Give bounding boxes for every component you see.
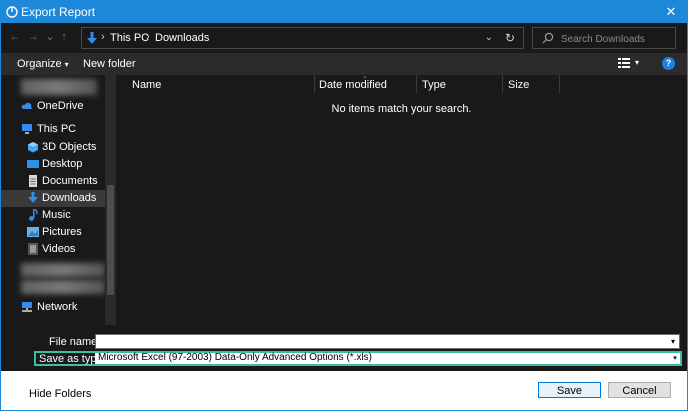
close-icon[interactable]: ✕: [655, 1, 687, 23]
hide-folders-toggle[interactable]: Hide Folders: [29, 388, 91, 400]
file-name-input[interactable]: [96, 335, 666, 348]
cancel-button[interactable]: Cancel: [608, 382, 671, 398]
column-header-date-modified[interactable]: Date modified: [319, 79, 387, 91]
column-header-size[interactable]: Size: [508, 79, 529, 91]
command-bar: Organize ▾ New folder ▾ ?: [1, 53, 687, 75]
save-as-type-select[interactable]: Microsoft Excel (97-2003) Data-Only Adva…: [95, 352, 680, 364]
sidebar-item-label: Downloads: [42, 192, 97, 204]
refresh-icon[interactable]: ↻: [505, 31, 515, 45]
file-name-dropdown-icon[interactable]: ▾: [667, 335, 679, 348]
sidebar-item-music[interactable]: Music: [1, 207, 105, 224]
sidebar-item-label: Pictures: [42, 226, 82, 238]
sidebar-item-label: This PC: [37, 123, 77, 135]
navigation-pane-scrollbar[interactable]: [105, 75, 116, 325]
forward-icon[interactable]: →: [27, 29, 39, 43]
blurred-item: [21, 263, 105, 277]
sidebar-item-label: 3D Objects: [42, 141, 97, 153]
sidebar-item-onedrive[interactable]: OneDrive: [1, 98, 105, 115]
navigation-pane: OneDrive This PC 3D Objects Desktop Docu…: [1, 75, 116, 325]
video-icon: [28, 243, 38, 255]
save-as-type-value: Microsoft Excel (97-2003) Data-Only Adva…: [98, 352, 372, 363]
sidebar-item-label: Videos: [42, 243, 76, 255]
sidebar-item-network[interactable]: Network: [1, 299, 105, 316]
document-icon: [29, 175, 37, 187]
column-header-name[interactable]: Name: [132, 79, 161, 91]
save-as-type-dropdown-icon[interactable]: ▾: [670, 353, 680, 364]
sidebar-item-this-pc[interactable]: This PC: [1, 121, 105, 138]
blurred-item: [21, 79, 97, 95]
sidebar-item-label: Network: [37, 301, 78, 313]
search-box[interactable]: [532, 27, 676, 49]
computer-icon: [22, 124, 32, 134]
organize-button[interactable]: Organize ▾: [17, 58, 69, 70]
cloud-icon: [21, 102, 32, 109]
breadcrumb-this-pc[interactable]: This PC: [110, 32, 149, 44]
search-input[interactable]: [559, 30, 673, 48]
desktop-icon: [27, 160, 39, 168]
breadcrumb-downloads[interactable]: Downloads: [155, 32, 209, 44]
column-header-type[interactable]: Type: [422, 79, 446, 91]
column-divider[interactable]: [416, 75, 417, 93]
sidebar-item-label: Desktop: [42, 158, 83, 170]
file-name-combobox[interactable]: ▾: [95, 334, 680, 349]
sidebar-item-videos[interactable]: Videos: [1, 241, 105, 258]
file-name-label: File name:: [49, 336, 101, 348]
file-list: Name ⌄ Date modified Type Size No items …: [116, 73, 687, 325]
blurred-item: [21, 280, 105, 294]
column-divider[interactable]: [314, 75, 315, 93]
nav-arrows: ← → ⌄ ↑: [9, 29, 73, 47]
new-folder-button[interactable]: New folder: [83, 58, 136, 70]
back-icon[interactable]: ←: [9, 29, 21, 43]
network-icon: [22, 302, 32, 312]
sidebar-item-label: OneDrive: [37, 100, 84, 112]
music-icon: [29, 209, 38, 221]
app-icon: [6, 6, 18, 18]
help-icon[interactable]: ?: [662, 57, 675, 70]
title-bar: Export Report ✕: [1, 1, 687, 23]
sidebar-item-desktop[interactable]: Desktop: [1, 156, 105, 173]
column-divider[interactable]: [502, 75, 503, 93]
button-bar: Hide Folders Save Cancel: [1, 371, 687, 410]
recent-dropdown-icon[interactable]: ⌄: [45, 29, 55, 43]
empty-message: No items match your search.: [331, 103, 472, 115]
organize-label: Organize: [17, 58, 62, 70]
download-location-icon: [87, 32, 97, 44]
download-icon: [28, 192, 38, 203]
column-divider[interactable]: [559, 75, 560, 93]
scrollbar-thumb[interactable]: [107, 185, 114, 295]
view-options-icon[interactable]: [618, 58, 630, 68]
up-icon[interactable]: ↑: [61, 29, 67, 43]
search-icon: [542, 32, 554, 44]
view-dropdown-icon[interactable]: ▾: [635, 58, 639, 67]
sidebar-item-label: Documents: [42, 175, 98, 187]
sidebar-item-pictures[interactable]: Pictures: [1, 224, 105, 241]
sidebar-item-label: Music: [42, 209, 71, 221]
sidebar-item-downloads[interactable]: Downloads: [1, 190, 105, 207]
picture-icon: [27, 227, 39, 237]
navigation-row: ← → ⌄ ↑ › This PC › Downloads ⌄ ↻: [1, 23, 687, 53]
export-report-dialog: Export Report ✕ ← → ⌄ ↑ › This PC › Downloa…: [0, 0, 688, 411]
cube-icon: [28, 142, 38, 153]
dropdown-icon: ▾: [64, 60, 69, 69]
address-dropdown-icon[interactable]: ⌄: [485, 32, 493, 43]
window-title: Export Report: [21, 5, 96, 19]
save-button[interactable]: Save: [538, 382, 601, 398]
breadcrumb-separator: ›: [146, 31, 150, 43]
breadcrumb-separator: ›: [101, 31, 105, 43]
address-bar[interactable]: › This PC › Downloads ⌄ ↻: [81, 27, 524, 49]
sidebar-item-documents[interactable]: Documents: [1, 173, 105, 190]
sidebar-item-3d-objects[interactable]: 3D Objects: [1, 139, 105, 156]
